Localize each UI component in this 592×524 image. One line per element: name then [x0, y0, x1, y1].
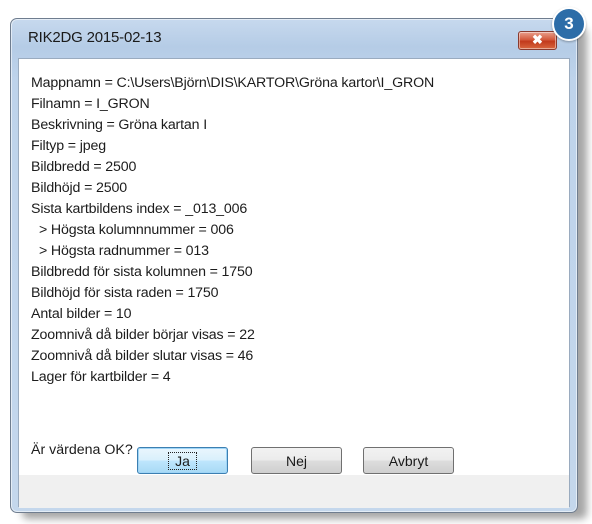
button-bar — [19, 475, 569, 508]
line-last-index: Sista kartbildens index = _013_006 — [31, 201, 248, 217]
line-description: Beskrivning = Gröna kartan I — [31, 117, 207, 133]
title-bar[interactable]: RIK2DG 2015-02-13 ✖ — [11, 19, 577, 55]
message-dialog: RIK2DG 2015-02-13 ✖ Mappnamn = C:\Users\… — [10, 18, 578, 513]
line-zoom-end: Zoomnivå då bilder slutar visas = 46 — [31, 348, 254, 364]
step-number-badge: 3 — [552, 7, 586, 41]
line-last-row-height: Bildhöjd för sista raden = 1750 — [31, 285, 219, 301]
info-list: Mappnamn = C:\Users\Björn\DIS\KARTOR\Grö… — [31, 73, 434, 388]
line-image-count: Antal bilder = 10 — [31, 306, 132, 322]
no-button[interactable]: Nej — [251, 447, 342, 474]
cancel-button-label: Avbryt — [388, 452, 429, 469]
cancel-button[interactable]: Avbryt — [363, 447, 454, 474]
line-last-column-width: Bildbredd för sista kolumnen = 1750 — [31, 264, 253, 280]
no-button-label: Nej — [285, 452, 307, 469]
yes-button-label: Ja — [168, 451, 197, 470]
yes-button[interactable]: Ja — [137, 447, 228, 474]
dialog-body: Mappnamn = C:\Users\Björn\DIS\KARTOR\Grö… — [18, 58, 570, 508]
window-title: RIK2DG 2015-02-13 — [28, 29, 162, 46]
close-button[interactable]: ✖ — [518, 31, 557, 50]
line-image-width: Bildbredd = 2500 — [31, 159, 137, 175]
line-zoom-start: Zoomnivå då bilder börjar visas = 22 — [31, 327, 255, 343]
line-image-height: Bildhöjd = 2500 — [31, 180, 127, 196]
line-folder-name: Mappnamn = C:\Users\Björn\DIS\KARTOR\Grö… — [31, 75, 435, 91]
line-max-column: > Högsta kolumnnummer = 006 — [39, 222, 234, 238]
line-file-name: Filnamn = I_GRON — [31, 96, 150, 112]
line-file-type: Filtyp = jpeg — [31, 138, 106, 154]
confirm-question: Är värdena OK? — [31, 442, 133, 458]
line-max-row: > Högsta radnummer = 013 — [39, 243, 209, 259]
screenshot-stage: RIK2DG 2015-02-13 ✖ Mappnamn = C:\Users\… — [0, 0, 592, 524]
close-icon: ✖ — [532, 32, 543, 47]
line-layer: Lager för kartbilder = 4 — [31, 369, 171, 385]
